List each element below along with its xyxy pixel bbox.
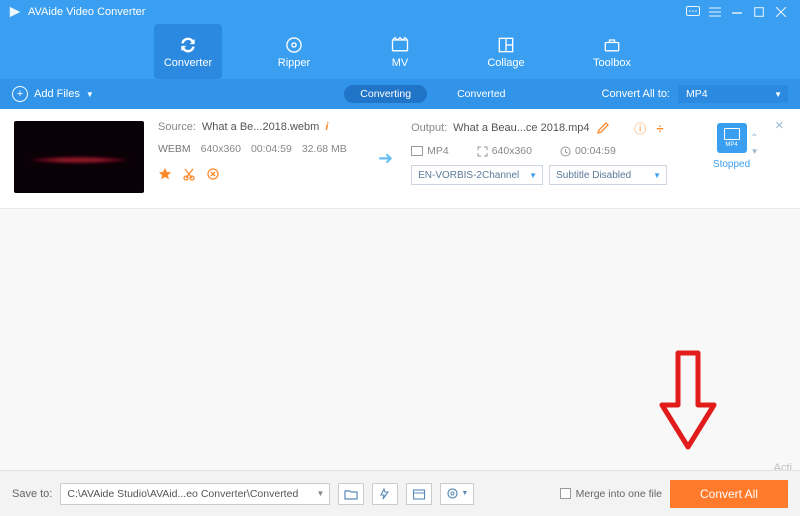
subbar: + Add Files ▼ Converting Converted Conve… bbox=[0, 79, 800, 109]
source-meta: WEBM 640x360 00:04:59 32.68 MB bbox=[158, 143, 364, 155]
save-to-label: Save to: bbox=[12, 488, 52, 500]
arrow-right-icon: ➜ bbox=[374, 148, 397, 169]
pin-icon[interactable] bbox=[158, 167, 172, 181]
open-folder-button[interactable] bbox=[338, 483, 364, 505]
tab-mv[interactable]: MV bbox=[366, 24, 434, 79]
out-res: 640x360 bbox=[492, 145, 532, 157]
warning-icon[interactable]: ⓘ bbox=[633, 121, 647, 135]
collage-icon bbox=[496, 35, 516, 55]
checkbox-icon bbox=[560, 488, 571, 499]
tab-converter[interactable]: Converter bbox=[154, 24, 222, 79]
merge-label: Merge into one file bbox=[576, 488, 662, 500]
convert-all-to-select[interactable]: MP4 ▼ bbox=[678, 85, 788, 103]
tile-expand-icon[interactable]: ⌃ bbox=[750, 133, 758, 144]
compress-icon[interactable]: ÷ bbox=[653, 121, 667, 135]
tab-mv-label: MV bbox=[392, 57, 409, 69]
row-status: Stopped bbox=[713, 159, 750, 170]
tab-ripper-label: Ripper bbox=[278, 57, 310, 69]
video-thumbnail[interactable] bbox=[14, 121, 144, 193]
status-tabs: Converting Converted bbox=[344, 85, 521, 103]
convert-all-button[interactable]: Convert All bbox=[670, 480, 788, 508]
convert-all-to: Convert All to: MP4 ▼ bbox=[602, 85, 788, 103]
source-filename: What a Be...2018.webm bbox=[202, 121, 319, 133]
tab-converted[interactable]: Converted bbox=[441, 85, 521, 103]
output-label: Output: bbox=[411, 122, 447, 134]
video-icon bbox=[411, 146, 423, 156]
info-icon[interactable]: i bbox=[325, 121, 328, 133]
main-tabs: Converter Ripper MV Collage Toolbox bbox=[0, 24, 800, 79]
output-filename: What a Beau...ce 2018.mp4 bbox=[453, 122, 589, 134]
remove-row-button[interactable]: ✕ bbox=[775, 119, 784, 132]
convert-all-to-value: MP4 bbox=[686, 88, 708, 100]
close-button[interactable] bbox=[770, 4, 792, 20]
save-to-path-select[interactable]: C:\AVAide Studio\AVAid...eo Converter\Co… bbox=[60, 483, 330, 505]
source-format: WEBM bbox=[158, 143, 191, 155]
source-size: 32.68 MB bbox=[302, 143, 347, 155]
annotation-arrow-icon bbox=[658, 350, 718, 450]
audio-select[interactable]: EN-VORBIS-2Channel ▼ bbox=[411, 165, 543, 185]
source-dur: 00:04:59 bbox=[251, 143, 292, 155]
output-format-tile[interactable]: MP4 bbox=[717, 123, 747, 153]
chevron-down-icon: ▼ bbox=[529, 171, 537, 180]
source-label: Source: bbox=[158, 121, 196, 133]
app-title: AVAide Video Converter bbox=[28, 6, 145, 18]
clock-icon bbox=[560, 146, 571, 157]
tab-ripper[interactable]: Ripper bbox=[260, 24, 328, 79]
maximize-button[interactable] bbox=[748, 4, 770, 20]
save-to-path: C:\AVAide Studio\AVAid...eo Converter\Co… bbox=[67, 488, 298, 500]
menu-icon[interactable] bbox=[704, 4, 726, 20]
tab-converting[interactable]: Converting bbox=[344, 85, 427, 103]
resolution-icon bbox=[477, 146, 488, 157]
feedback-icon[interactable] bbox=[682, 4, 704, 20]
ripper-icon bbox=[284, 35, 304, 55]
chevron-down-icon: ▼ bbox=[316, 489, 324, 498]
merge-checkbox[interactable]: Merge into one file bbox=[560, 488, 662, 500]
task-schedule-button[interactable] bbox=[406, 483, 432, 505]
chevron-down-icon: ▼ bbox=[774, 90, 782, 99]
subtitle-value: Subtitle Disabled bbox=[556, 170, 631, 181]
tab-toolbox[interactable]: Toolbox bbox=[578, 24, 646, 79]
tab-toolbox-label: Toolbox bbox=[593, 57, 631, 69]
row-right: MP4 ⌃ ▼ Stopped ✕ bbox=[677, 115, 786, 202]
subtitle-select[interactable]: Subtitle Disabled ▼ bbox=[549, 165, 667, 185]
tab-collage-label: Collage bbox=[487, 57, 524, 69]
chevron-down-icon: ▼ bbox=[653, 171, 661, 180]
source-res: 640x360 bbox=[201, 143, 241, 155]
convert-all-to-label: Convert All to: bbox=[602, 88, 670, 100]
tab-collage[interactable]: Collage bbox=[472, 24, 540, 79]
app-logo-icon bbox=[8, 5, 22, 19]
toolbox-icon bbox=[602, 35, 622, 55]
chevron-down-icon: ▼ bbox=[86, 90, 94, 99]
edit-icon[interactable] bbox=[206, 167, 220, 181]
minimize-button[interactable] bbox=[726, 4, 748, 20]
converter-icon bbox=[178, 35, 198, 55]
audio-value: EN-VORBIS-2Channel bbox=[418, 170, 519, 181]
mv-icon bbox=[390, 35, 410, 55]
cut-icon[interactable] bbox=[182, 167, 196, 181]
output-block: Output: What a Beau...ce 2018.mp4 ⓘ ÷ MP… bbox=[397, 115, 677, 202]
add-files-button[interactable]: + Add Files ▼ bbox=[12, 86, 94, 102]
out-dur: 00:04:59 bbox=[575, 145, 616, 157]
out-format: MP4 bbox=[427, 145, 449, 157]
file-row: Source: What a Be...2018.webm i WEBM 640… bbox=[0, 109, 800, 209]
chevron-down-icon[interactable]: ▼ bbox=[751, 147, 759, 156]
add-files-label: Add Files bbox=[34, 88, 80, 100]
plus-icon: + bbox=[12, 86, 28, 102]
source-block: Source: What a Be...2018.webm i WEBM 640… bbox=[144, 115, 374, 202]
tab-converter-label: Converter bbox=[164, 57, 212, 69]
hw-accel-button[interactable] bbox=[372, 483, 398, 505]
settings-button[interactable]: ▼ bbox=[440, 483, 474, 505]
rename-icon[interactable] bbox=[596, 121, 610, 135]
convert-all-label: Convert All bbox=[700, 487, 758, 501]
bottombar: Save to: C:\AVAide Studio\AVAid...eo Con… bbox=[0, 470, 800, 516]
titlebar: AVAide Video Converter bbox=[0, 0, 800, 24]
